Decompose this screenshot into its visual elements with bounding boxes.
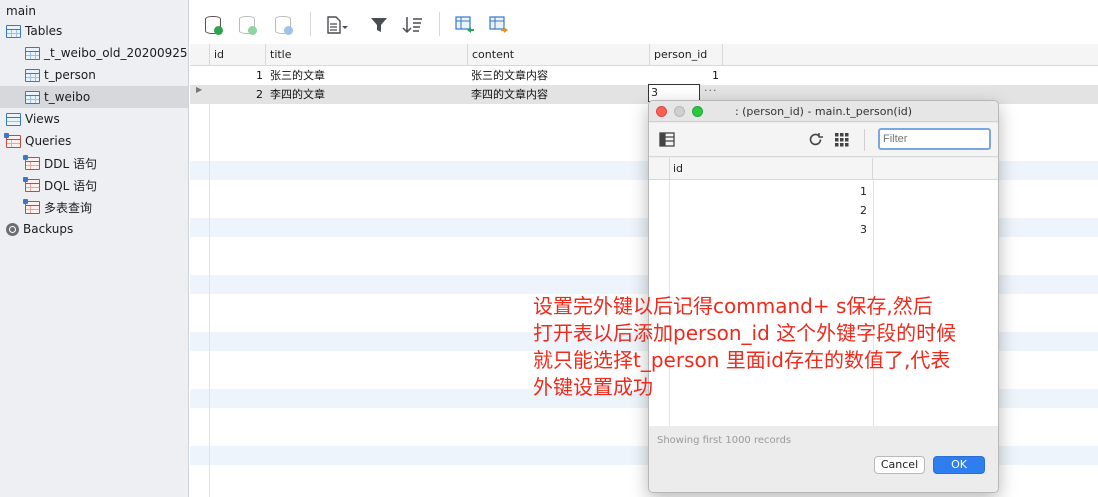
toolbar-divider [864, 129, 865, 151]
cell-person-id[interactable]: 1 [649, 66, 719, 85]
sidebar-item-label: Backups [23, 222, 74, 236]
close-button[interactable] [656, 106, 667, 117]
cell-title[interactable]: 李四的文章 [270, 85, 325, 104]
sidebar-item-label: Queries [25, 134, 72, 148]
filter-input[interactable] [878, 128, 991, 150]
column-header-id[interactable]: id [669, 158, 873, 180]
query-icon [23, 198, 40, 214]
cell-id[interactable]: 1 [209, 66, 263, 85]
grid-header: id title content person_id [190, 44, 1098, 66]
sidebar-item-multi-table[interactable]: 多表查询 [0, 196, 188, 218]
table-icon [25, 46, 40, 60]
sidebar-item-backups[interactable]: Backups [0, 218, 188, 240]
toolbar-divider [439, 12, 440, 36]
cell-title[interactable]: 张三的文章 [270, 66, 325, 85]
commit-icon [239, 16, 257, 35]
document-button[interactable] [326, 14, 348, 36]
sort-button[interactable] [402, 14, 424, 36]
annotation-line: 打开表以后添加person_id 这个外键字段的时候 [533, 321, 957, 345]
discard-icon [275, 16, 293, 35]
annotation-line: 设置完外键以后记得command+ s保存,然后 [533, 294, 933, 318]
popup-grid-header: id [649, 158, 998, 180]
list-item[interactable]: 1 [669, 182, 893, 201]
import-button[interactable] [454, 14, 476, 36]
sidebar-root-main[interactable]: main [0, 0, 188, 22]
discard-button[interactable] [272, 14, 294, 36]
ok-button[interactable]: OK [933, 456, 985, 474]
sidebar-item-label: t_weibo [44, 90, 91, 104]
filter-icon [371, 18, 387, 32]
foreign-key-picker-button[interactable]: ··· [704, 84, 718, 97]
commit-button[interactable] [236, 14, 258, 36]
cell-content[interactable]: 李四的文章内容 [471, 85, 548, 104]
annotation-text: 设置完外键以后记得command+ s保存,然后 打开表以后添加person_i… [533, 293, 1043, 401]
sidebar-root-label: main [6, 4, 36, 18]
sidebar-item-label: Tables [25, 24, 63, 38]
gridline [209, 66, 210, 497]
sidebar-item-dql[interactable]: DQL 语句 [0, 174, 188, 196]
add-row-button[interactable] [202, 14, 224, 36]
refresh-icon[interactable] [808, 132, 823, 147]
table-icon [25, 68, 40, 82]
annotation-line: 就只能选择t_person 里面id存在的数值了,代表 [533, 348, 951, 372]
sidebar-item-queries[interactable]: Queries [0, 130, 188, 152]
popup-toolbar [649, 123, 998, 157]
table-icon [25, 90, 40, 104]
cancel-button[interactable]: Cancel [874, 456, 925, 474]
toolbar [190, 0, 1098, 44]
query-icon [23, 154, 40, 170]
backups-icon [6, 222, 19, 236]
query-icon [23, 176, 40, 192]
toolbar-divider [310, 12, 311, 36]
sidebar-item-label: _t_weibo_old_20200925 [44, 46, 188, 60]
table-row[interactable]: 1 张三的文章 张三的文章内容 1 [190, 66, 1098, 85]
popup-title-text: : (person_id) - main.t_person(id) [734, 105, 913, 118]
export-button[interactable] [488, 14, 510, 36]
annotation-line: 外键设置成功 [533, 375, 653, 399]
sidebar-item-ddl[interactable]: DDL 语句 [0, 152, 188, 174]
sidebar-item-label: Views [25, 112, 60, 126]
export-icon [489, 16, 508, 33]
maximize-button[interactable] [692, 106, 703, 117]
popup-footer: Showing first 1000 records Cancel OK [649, 427, 998, 492]
import-icon [455, 16, 474, 33]
grid-view-icon[interactable] [834, 132, 849, 147]
document-icon [327, 16, 348, 34]
sidebar: main Tables _t_weibo_old_20200925 t_pers… [0, 0, 189, 497]
tables-icon [6, 24, 21, 38]
sidebar-item-t-person[interactable]: t_person [0, 64, 188, 86]
list-item[interactable]: 3 [669, 220, 893, 239]
columns-icon[interactable] [659, 132, 675, 147]
sidebar-item-label: 多表查询 [44, 200, 93, 215]
queries-icon [4, 132, 21, 148]
filter-button[interactable] [368, 14, 390, 36]
column-header-title[interactable]: title [265, 44, 467, 66]
column-header-id[interactable]: id [209, 44, 265, 66]
row-pointer-icon: ▶ [196, 85, 203, 94]
cell-content[interactable]: 张三的文章内容 [471, 66, 548, 85]
sidebar-item-label: DQL 语句 [44, 178, 98, 193]
add-row-icon [205, 16, 223, 35]
records-status: Showing first 1000 records [657, 435, 792, 446]
sort-icon [402, 17, 422, 34]
list-item[interactable]: 2 [669, 201, 893, 220]
minimize-button[interactable] [674, 106, 685, 117]
sidebar-item-label: t_person [44, 68, 96, 82]
sidebar-item-t-weibo[interactable]: t_weibo [0, 86, 188, 108]
column-header-person-id[interactable]: person_id [649, 44, 723, 66]
sidebar-item-tables[interactable]: Tables [0, 20, 188, 42]
sidebar-item-views[interactable]: Views [0, 108, 188, 130]
sidebar-item-t-weibo-old[interactable]: _t_weibo_old_20200925 [0, 42, 188, 64]
cell-id[interactable]: 2 [209, 85, 263, 104]
column-header-content[interactable]: content [467, 44, 649, 66]
views-icon [6, 112, 21, 126]
sidebar-item-label: DDL 语句 [44, 156, 97, 171]
